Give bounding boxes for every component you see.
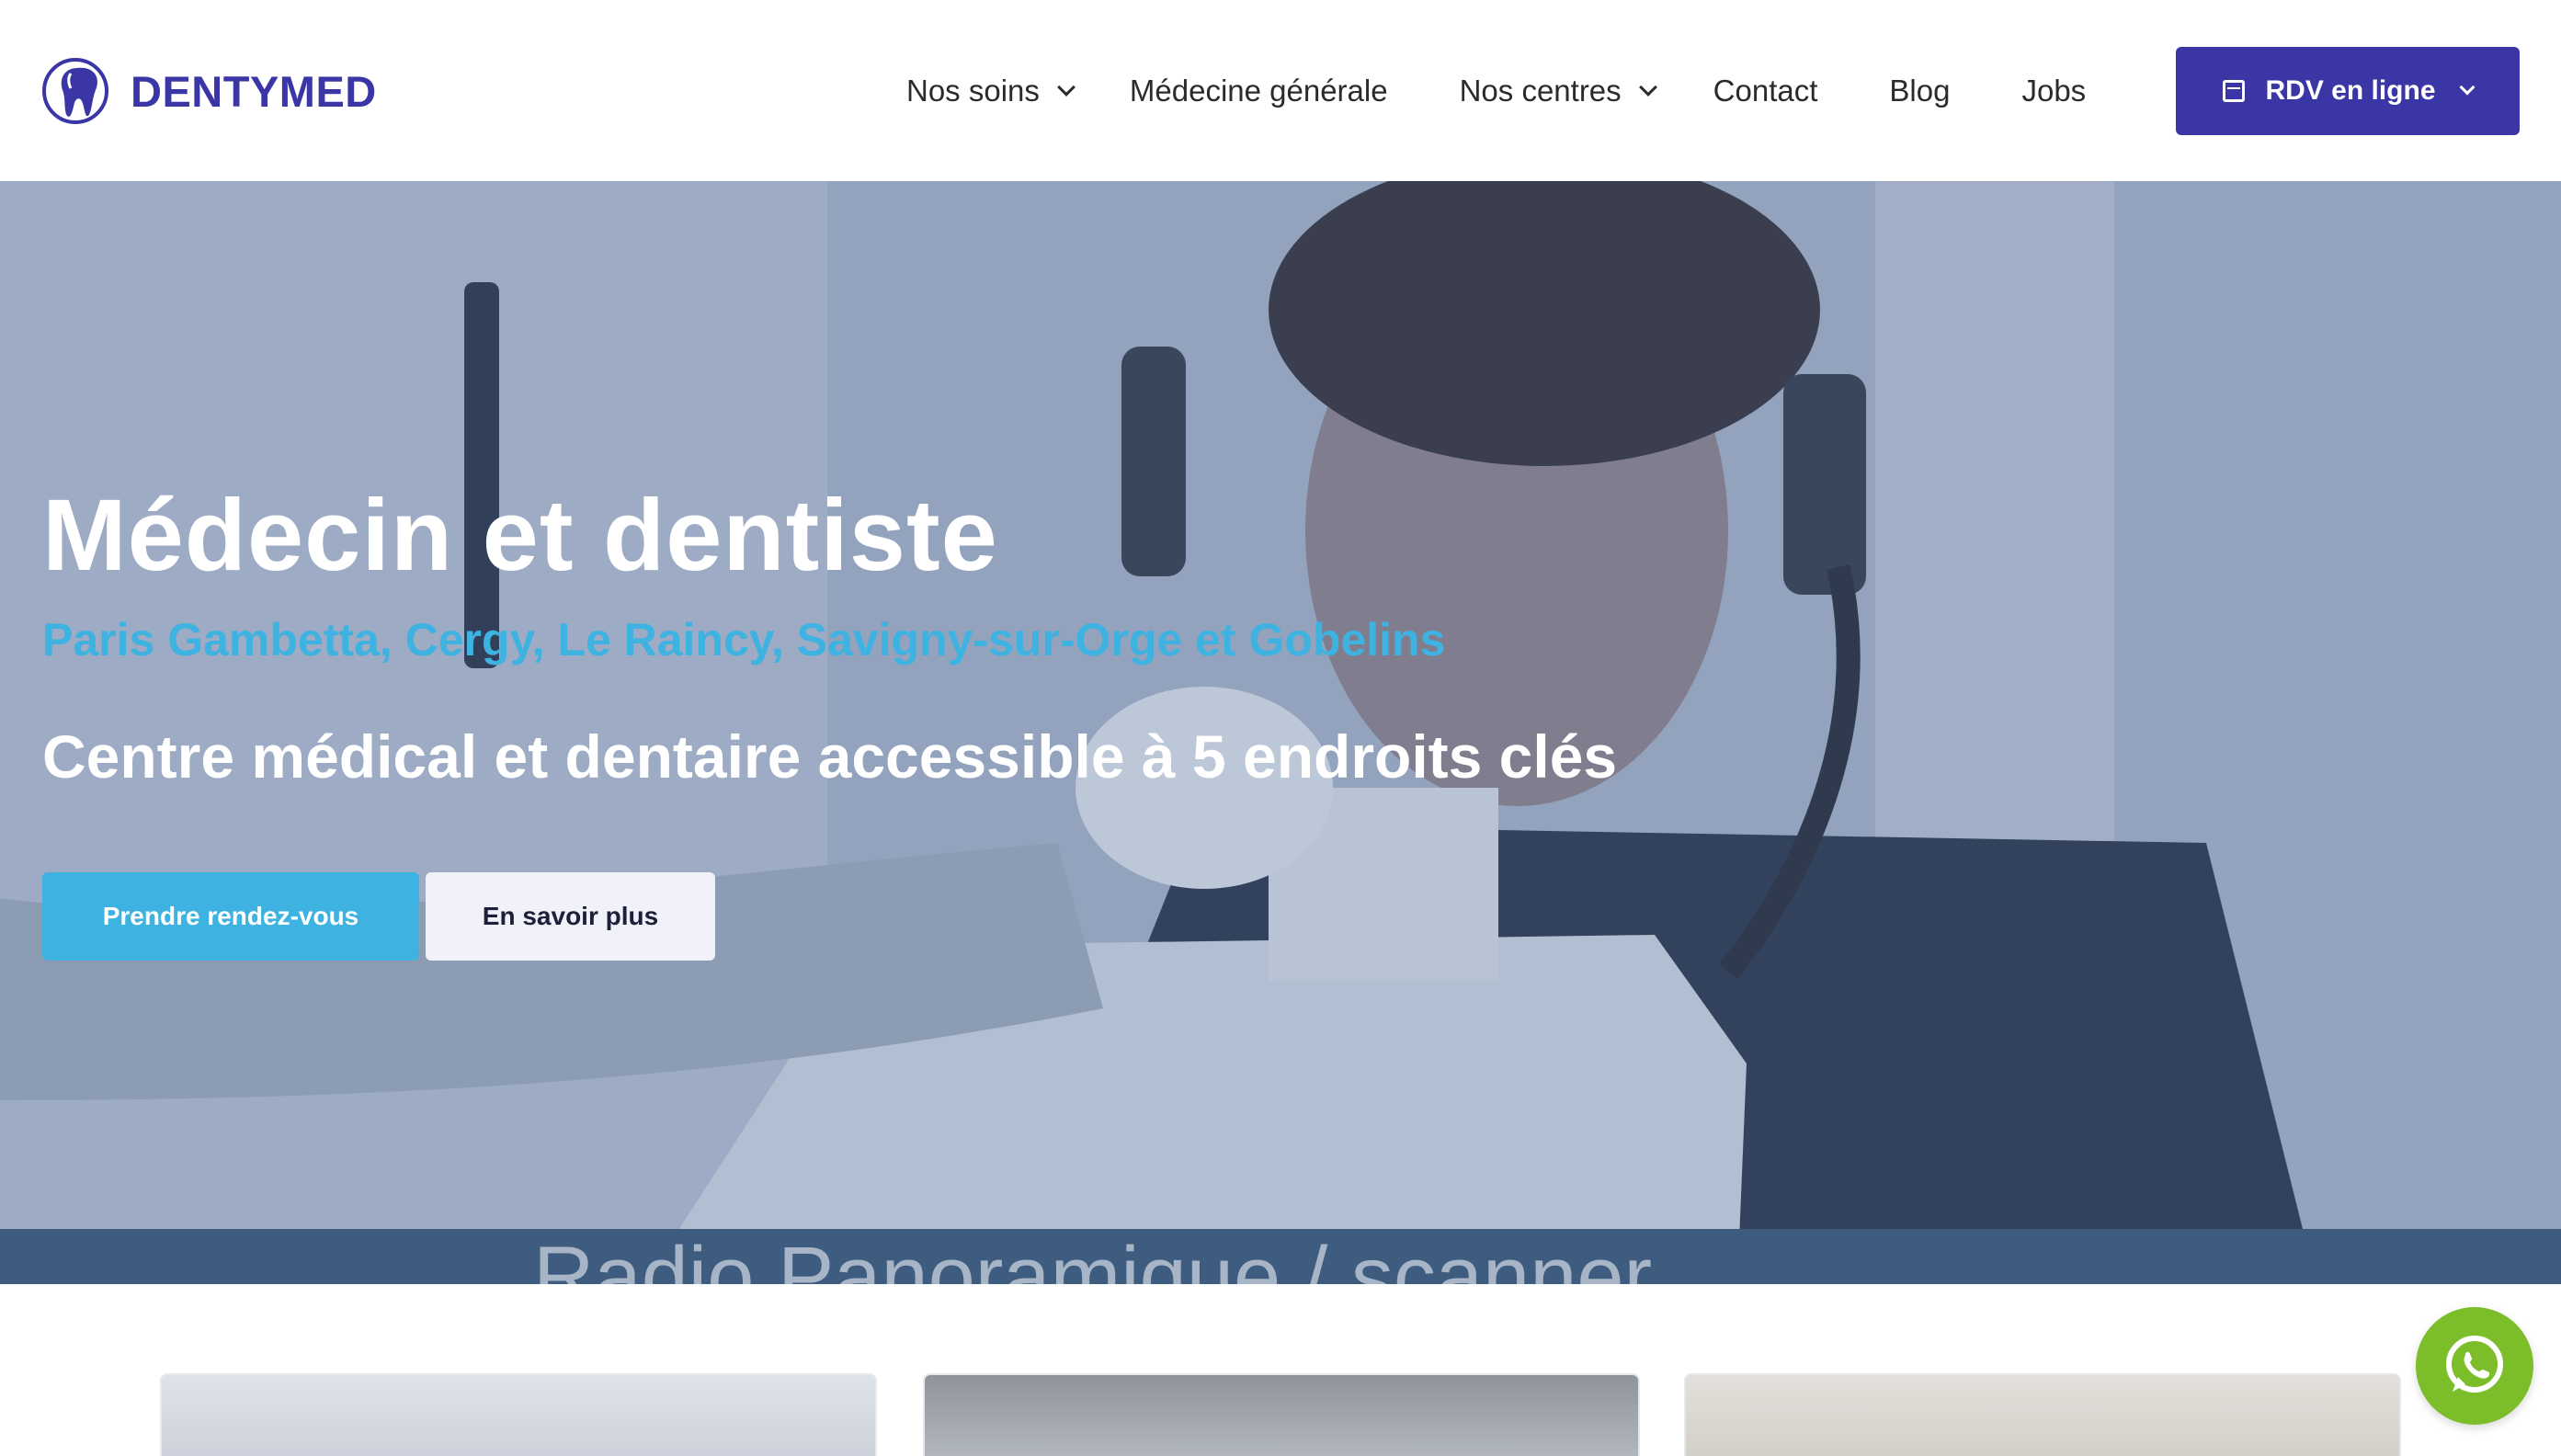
hero-section: Médecin et dentiste Paris Gambetta, Cerg… bbox=[0, 181, 2561, 1284]
center-card[interactable] bbox=[160, 1373, 877, 1456]
logo[interactable]: DENTYMED bbox=[40, 57, 377, 125]
center-cards bbox=[0, 1373, 2561, 1456]
nav-item-blog[interactable]: Blog bbox=[1889, 74, 1950, 108]
calendar-icon bbox=[2223, 80, 2246, 102]
rdv-online-button[interactable]: RDV en ligne bbox=[2176, 47, 2520, 135]
video-caption: Radio Panoramique / scanner bbox=[533, 1230, 1653, 1284]
chevron-down-icon bbox=[1056, 77, 1076, 97]
nav-item-label: Nos centres bbox=[1459, 73, 1622, 108]
main-nav: Nos soins Médecine générale Nos centres … bbox=[906, 0, 2086, 181]
hero-tagline: Centre médical et dentaire accessible à … bbox=[42, 722, 1618, 791]
nav-item-contact[interactable]: Contact bbox=[1713, 74, 1818, 108]
hero-title: Médecin et dentiste bbox=[42, 479, 998, 592]
tooth-logo-icon bbox=[42, 58, 108, 124]
hero-locations: Paris Gambetta, Cergy, Le Raincy, Savign… bbox=[42, 614, 1446, 665]
nav-item-nos-soins[interactable]: Nos soins bbox=[906, 73, 1076, 108]
center-card[interactable] bbox=[923, 1373, 1640, 1456]
center-card[interactable] bbox=[1684, 1373, 2401, 1456]
nav-item-nos-centres[interactable]: Nos centres bbox=[1459, 73, 1657, 108]
nav-item-medecine-generale[interactable]: Médecine générale bbox=[1130, 74, 1388, 108]
whatsapp-icon bbox=[2446, 1336, 2503, 1393]
nav-item-label: Blog bbox=[1889, 73, 1951, 108]
book-appointment-button[interactable]: Prendre rendez-vous bbox=[42, 872, 419, 961]
chevron-down-icon bbox=[1638, 77, 1657, 97]
brand-name: DENTYMED bbox=[131, 66, 377, 116]
nav-item-label: Jobs bbox=[2021, 73, 2087, 108]
rdv-online-label: RDV en ligne bbox=[2265, 75, 2436, 106]
whatsapp-button[interactable] bbox=[2416, 1307, 2533, 1425]
nav-item-label: Nos soins bbox=[906, 73, 1040, 108]
nav-item-label: Contact bbox=[1713, 73, 1818, 108]
site-header: DENTYMED Nos soins Médecine générale Nos… bbox=[0, 0, 2561, 181]
chevron-down-icon bbox=[2459, 79, 2476, 96]
learn-more-button[interactable]: En savoir plus bbox=[426, 872, 715, 961]
nav-item-jobs[interactable]: Jobs bbox=[2021, 74, 2086, 108]
nav-item-label: Médecine générale bbox=[1129, 73, 1388, 108]
